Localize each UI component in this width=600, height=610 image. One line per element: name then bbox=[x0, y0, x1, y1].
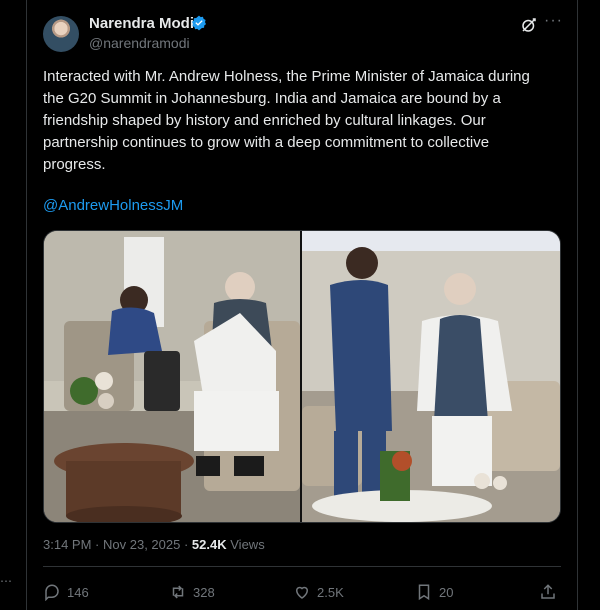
photo-left-image bbox=[44, 231, 300, 522]
post-meta: 3:14 PM · Nov 23, 2025 · 52.4K Views bbox=[43, 537, 265, 552]
views-label: Views bbox=[230, 537, 265, 552]
post-text: Interacted with Mr. Andrew Holness, the … bbox=[43, 68, 530, 173]
divider bbox=[43, 566, 561, 567]
post-date[interactable]: Nov 23, 2025 bbox=[103, 537, 180, 552]
bookmark-button[interactable]: 20 bbox=[415, 582, 453, 602]
avatar[interactable] bbox=[43, 16, 79, 52]
views-count: 52.4K bbox=[191, 537, 227, 552]
photo-right-image bbox=[302, 231, 560, 522]
repost-button[interactable]: 328 bbox=[169, 582, 215, 602]
repost-count: 328 bbox=[193, 584, 215, 600]
grok-icon[interactable] bbox=[520, 16, 538, 34]
meta-separator: · bbox=[183, 537, 192, 552]
sidebar-more-icon[interactable]: ⋯ bbox=[0, 574, 12, 588]
photo-left[interactable] bbox=[44, 231, 300, 522]
reply-button[interactable]: 146 bbox=[43, 582, 89, 602]
meta-separator: · bbox=[95, 537, 103, 552]
reply-count: 146 bbox=[67, 584, 89, 600]
photo-right[interactable] bbox=[302, 231, 560, 522]
like-icon bbox=[295, 586, 309, 599]
author-name[interactable]: Narendra Modi bbox=[89, 15, 194, 32]
post-card: Narendra Modi @narendramodi ··· Interact… bbox=[26, 0, 578, 610]
like-count: 2.5K bbox=[317, 584, 344, 600]
post-media[interactable] bbox=[43, 230, 561, 523]
reply-icon bbox=[45, 584, 59, 601]
mention-link[interactable]: @AndrewHolnessJM bbox=[43, 197, 183, 214]
like-button[interactable]: 2.5K bbox=[293, 582, 344, 602]
verified-icon bbox=[192, 15, 206, 31]
share-icon bbox=[541, 584, 555, 599]
share-button[interactable] bbox=[539, 582, 557, 602]
bookmark-count: 20 bbox=[439, 584, 454, 600]
repost-icon bbox=[172, 585, 184, 599]
post-time[interactable]: 3:14 PM bbox=[43, 537, 91, 552]
author-handle[interactable]: @narendramodi bbox=[89, 35, 190, 51]
bookmark-icon bbox=[418, 584, 430, 601]
more-icon[interactable]: ··· bbox=[544, 12, 563, 30]
